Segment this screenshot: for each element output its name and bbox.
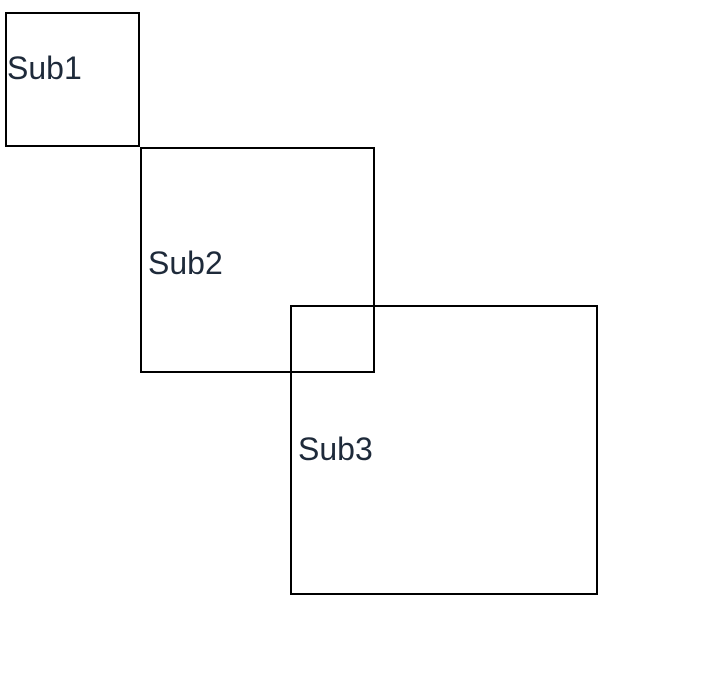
diagram-box-label-sub3: Sub3	[298, 431, 373, 468]
diagram-box-label-sub1: Sub1	[7, 50, 82, 87]
diagram-box-sub3: Sub3	[290, 305, 598, 595]
diagram-box-sub1: Sub1	[5, 12, 140, 147]
diagram-box-label-sub2: Sub2	[148, 245, 223, 282]
